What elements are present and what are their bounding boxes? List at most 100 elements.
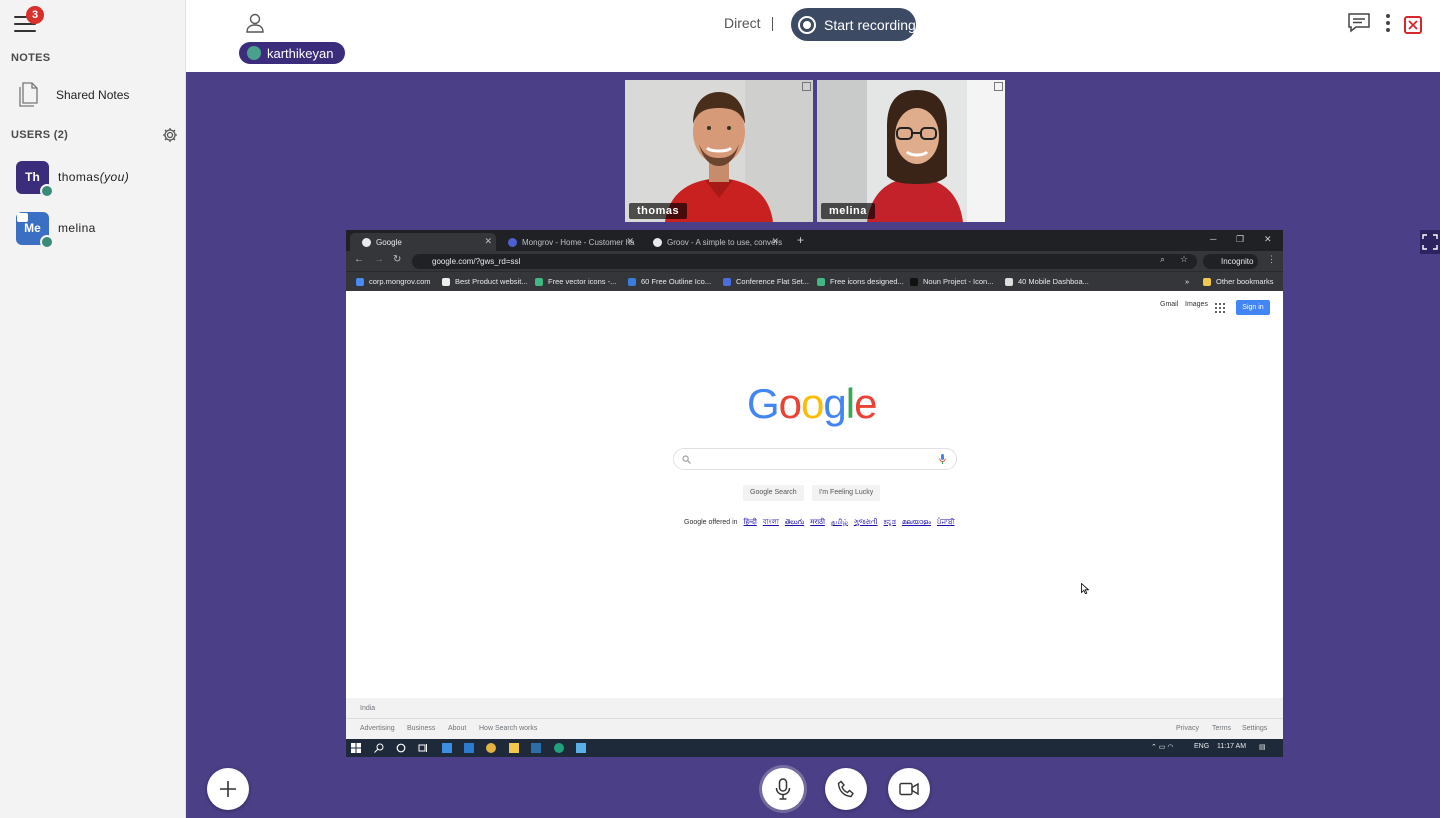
google-search-input[interactable]: [673, 448, 957, 470]
vscode-app-icon[interactable]: [464, 743, 474, 753]
avatar-initials: Th: [25, 170, 40, 184]
photoshop-app-icon[interactable]: [531, 743, 541, 753]
bookmark-item[interactable]: Conference Flat Set...: [723, 277, 809, 286]
gear-icon[interactable]: [162, 127, 178, 143]
offered-in-languages: Google offered in हिन्दी বাংলা తెలుగు मर…: [684, 519, 955, 526]
language-link[interactable]: മലയാളം: [902, 519, 931, 526]
gmail-link[interactable]: Gmail: [1160, 301, 1178, 308]
close-tab-icon: ✕: [771, 236, 779, 246]
mouse-cursor-icon: [1081, 583, 1089, 594]
bookmark-item[interactable]: Noun Project - Icon...: [910, 277, 993, 286]
microphone-button[interactable]: [762, 768, 804, 810]
feeling-lucky-button[interactable]: I'm Feeling Lucky: [812, 485, 881, 501]
language-link[interactable]: বাংলা: [763, 519, 779, 526]
video-tile-thomas[interactable]: thomas: [625, 80, 813, 222]
notifications-icon[interactable]: ▤: [1259, 743, 1266, 751]
bookmark-item[interactable]: Free icons designed...: [817, 277, 904, 286]
zoom-icon[interactable]: ⌕: [1160, 254, 1165, 265]
mail-app-icon[interactable]: [576, 743, 586, 753]
browser-tab[interactable]: Google ✕: [350, 233, 496, 251]
browser-tab[interactable]: Mongrov - Home - Customer ha ✕: [496, 233, 638, 251]
fullscreen-button[interactable]: [1420, 230, 1440, 254]
forward-icon[interactable]: →: [374, 254, 384, 265]
document-icon: [19, 82, 38, 107]
language-link[interactable]: ಕನ್ನಡ: [884, 519, 896, 526]
camera-button[interactable]: [888, 768, 930, 810]
call-button[interactable]: [825, 768, 867, 810]
footer-link[interactable]: Settings: [1242, 725, 1267, 732]
microphone-icon[interactable]: [939, 454, 946, 465]
bookmark-item[interactable]: corp.mongrov.com: [356, 277, 431, 286]
shared-screen[interactable]: Google ✕ Mongrov - Home - Customer ha ✕ Gr…: [346, 230, 1283, 757]
main-stage: thomas melina Google ✕ Mongrov - Home - …: [186, 72, 1440, 818]
language-link[interactable]: தமிழ்: [831, 519, 848, 526]
bookmarks-overflow[interactable]: »: [1185, 277, 1189, 286]
bookmark-item[interactable]: Best Product websit...: [442, 277, 528, 286]
minimize-icon[interactable]: ─: [1210, 234, 1216, 244]
participant-name-label: melina: [821, 203, 875, 219]
tray-icons[interactable]: ⌃ ▭ ◠: [1151, 743, 1173, 751]
footer-link[interactable]: Terms: [1212, 725, 1231, 732]
expand-tile-icon[interactable]: [802, 82, 811, 91]
language-link[interactable]: मराठी: [810, 519, 825, 526]
footer-link[interactable]: Business: [407, 725, 435, 732]
google-search-button[interactable]: Google Search: [743, 485, 804, 501]
footer-link[interactable]: Privacy: [1176, 725, 1199, 732]
apps-grid-icon[interactable]: [1215, 303, 1225, 313]
more-options-icon[interactable]: [1385, 14, 1391, 34]
user-row-melina[interactable]: Me melina: [0, 206, 185, 250]
bookmarks-bar: corp.mongrov.com Best Product websit... …: [346, 271, 1283, 291]
task-view-icon[interactable]: [418, 743, 428, 753]
bookmark-item[interactable]: 60 Free Outline Ico...: [628, 277, 711, 286]
images-link[interactable]: Images: [1185, 301, 1208, 308]
mic-status-icon: [40, 234, 54, 249]
bookmark-item[interactable]: 40 Mobile Dashboa...: [1005, 277, 1089, 286]
window-close-icon[interactable]: ✕: [1264, 234, 1272, 245]
expand-tile-icon[interactable]: [994, 82, 1003, 91]
add-button[interactable]: [207, 768, 249, 810]
video-tile-melina[interactable]: melina: [817, 80, 1005, 222]
incognito-profile[interactable]: Incognito: [1203, 254, 1258, 269]
back-icon[interactable]: ←: [354, 254, 364, 265]
chrome-app-icon[interactable]: [486, 743, 496, 753]
bookmark-item[interactable]: Free vector icons -...: [535, 277, 616, 286]
microphone-icon: [247, 46, 261, 60]
language-link[interactable]: ਪੰਜਾਬੀ: [937, 519, 955, 526]
new-tab-icon[interactable]: +: [797, 233, 804, 247]
windows-start-icon[interactable]: [351, 743, 361, 753]
start-recording-button[interactable]: Start recording: [791, 8, 916, 41]
language-link[interactable]: हिन्दी: [744, 519, 757, 526]
other-bookmarks[interactable]: Other bookmarks: [1203, 277, 1274, 286]
address-bar[interactable]: google.com/?gws_rd=ssl: [412, 254, 1197, 269]
record-icon: [798, 15, 816, 34]
language-link[interactable]: ગુજરાતી: [854, 519, 878, 526]
footer-link[interactable]: How Search works: [479, 725, 537, 732]
sign-in-button[interactable]: Sign in: [1236, 300, 1270, 315]
chrome-menu-icon[interactable]: ⋮: [1267, 254, 1276, 265]
store-app-icon[interactable]: [442, 743, 452, 753]
star-icon[interactable]: ☆: [1180, 254, 1188, 265]
system-clock[interactable]: 11:17 AM: [1217, 743, 1246, 750]
browser-tab[interactable]: Groov - A simple to use, convers ✕: [641, 233, 783, 251]
chat-icon[interactable]: [1348, 13, 1370, 33]
search-icon[interactable]: [374, 743, 384, 753]
sidebar: 3 NOTES Shared Notes USERS (2) Th thomas…: [0, 0, 186, 818]
avatar: Me: [16, 211, 54, 249]
footer-link[interactable]: About: [448, 725, 466, 732]
reload-icon[interactable]: ↻: [393, 254, 401, 265]
user-icon[interactable]: [246, 13, 264, 33]
shared-notes-label: Shared Notes: [56, 88, 130, 102]
edge-app-icon[interactable]: [554, 743, 564, 753]
user-row-thomas[interactable]: Th thomas(you): [0, 155, 185, 199]
close-icon[interactable]: [1404, 16, 1422, 34]
shared-notes-item[interactable]: Shared Notes: [0, 76, 185, 114]
file-explorer-icon[interactable]: [509, 743, 519, 753]
search-icon: [682, 455, 691, 464]
cortana-icon[interactable]: [396, 743, 406, 753]
input-language[interactable]: ENG: [1194, 743, 1209, 750]
notes-section-title: NOTES: [11, 52, 51, 64]
presenter-pill: karthikeyan: [239, 42, 346, 64]
language-link[interactable]: తెలుగు: [785, 519, 804, 526]
footer-link[interactable]: Advertising: [360, 725, 395, 732]
restore-icon[interactable]: ❐: [1236, 234, 1244, 245]
